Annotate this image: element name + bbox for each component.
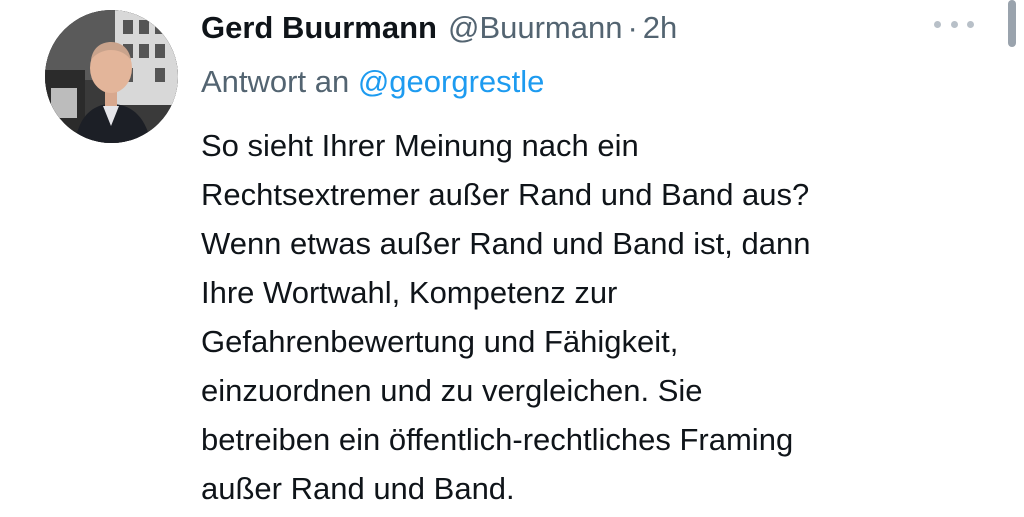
tweet-text-line: Ihre Wortwahl, Kompetenz zur	[201, 275, 618, 310]
reply-prefix: Antwort an	[201, 64, 350, 99]
avatar-photo	[45, 10, 178, 143]
tweet-text-line: betreiben ein öffentlich-rechtliches Fra…	[201, 422, 794, 457]
timestamp[interactable]: 2h	[643, 8, 677, 48]
more-dot	[934, 20, 941, 28]
tweet-text: So sieht Ihrer Meinung nach ein Rechtsex…	[201, 121, 991, 513]
more-dot	[967, 20, 974, 28]
tweet-text-line: Gefahrenbewertung und Fähigkeit,	[201, 324, 679, 359]
tweet-text-line: Wenn etwas außer Rand und Band ist, dann	[201, 226, 811, 261]
tweet-text-line: außer Rand und Band.	[201, 471, 515, 506]
reply-to-handle[interactable]: @georgrestle	[358, 64, 545, 99]
more-dot	[950, 20, 958, 28]
more-horizontal-icon[interactable]	[934, 12, 974, 36]
tweet-text-line: Rechtsextremer außer Rand und Band aus?	[201, 177, 810, 212]
avatar[interactable]	[45, 10, 178, 143]
author-handle[interactable]: @Buurmann	[448, 8, 623, 48]
tweet-text-line: So sieht Ihrer Meinung nach ein	[201, 128, 639, 163]
tweet-header: Gerd Buurmann @Buurmann · 2h	[201, 8, 677, 48]
scrollbar-thumb[interactable]	[1008, 0, 1016, 47]
reply-context: Antwort an @georgrestle	[201, 62, 544, 102]
author-name[interactable]: Gerd Buurmann	[201, 8, 437, 48]
tweet-text-line: einzuordnen und zu vergleichen. Sie	[201, 373, 703, 408]
dot-separator: ·	[627, 10, 638, 45]
